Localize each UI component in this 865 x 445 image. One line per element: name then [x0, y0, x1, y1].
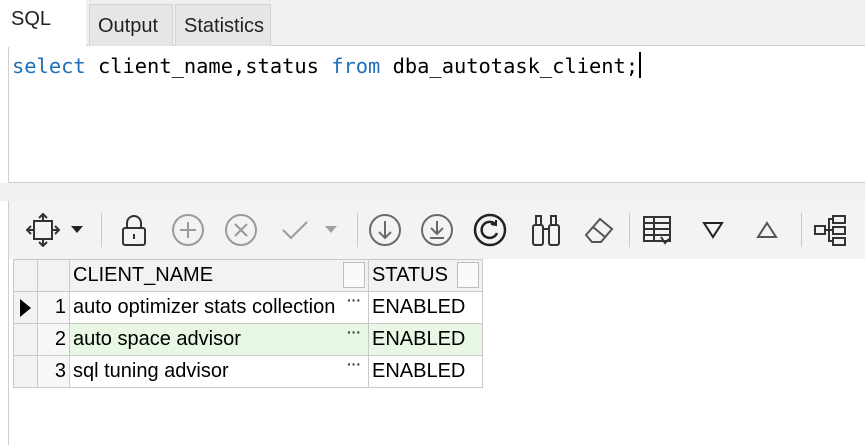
cell-value: auto optimizer stats collection [73, 296, 336, 318]
freeze-icon[interactable] [23, 210, 63, 250]
lock-icon[interactable] [114, 210, 154, 250]
row-indicator-header [13, 259, 38, 292]
tab-sql[interactable]: SQL [0, 0, 86, 47]
cell-value: auto space advisor [73, 328, 241, 350]
row-indicator [13, 291, 38, 324]
sort-descending-icon[interactable] [693, 210, 733, 250]
delete-icon[interactable] [221, 210, 261, 250]
row-number: 1 [37, 291, 70, 324]
results-toolbar [9, 201, 865, 259]
sql-keyword-from: from [331, 54, 381, 78]
client-name-cell[interactable]: auto space advisor ··· [69, 323, 369, 356]
status-cell[interactable]: ENABLED [368, 291, 483, 324]
text-caret [639, 52, 642, 78]
tab-statistics[interactable]: Statistics [175, 4, 271, 46]
column-header-status[interactable]: STATUS [368, 259, 483, 292]
status-cell[interactable]: ENABLED [368, 355, 483, 388]
sql-keyword-select: select [12, 54, 86, 78]
table-row[interactable]: 1 auto optimizer stats collection ··· ENA… [13, 291, 483, 324]
column-header-client-name[interactable]: CLIENT_NAME [69, 259, 369, 292]
column-header-label: STATUS [372, 264, 448, 286]
result-grid: CLIENT_NAME STATUS 1 auto optimizer stat… [13, 259, 483, 388]
sort-ascending-icon[interactable] [747, 210, 787, 250]
cell-ellipsis-button[interactable]: ··· [343, 325, 365, 340]
find-icon[interactable] [526, 210, 566, 250]
table-row[interactable]: 3 sql tuning advisor ··· ENABLED [13, 355, 483, 388]
column-filter-box[interactable] [343, 262, 365, 288]
row-indicator [13, 355, 38, 388]
client-name-cell[interactable]: sql tuning advisor ··· [69, 355, 369, 388]
tab-bar: SQL Output Statistics [0, 0, 865, 47]
add-icon[interactable] [168, 210, 208, 250]
toolbar-separator [629, 213, 630, 247]
toolbar-separator [357, 213, 358, 247]
fetch-all-icon[interactable] [417, 210, 457, 250]
column-filter-box[interactable] [457, 262, 479, 288]
toolbar-separator [101, 213, 102, 247]
sql-table: dba_autotask_client; [380, 54, 639, 78]
current-row-arrow-icon [20, 298, 31, 317]
confirm-dropdown-icon[interactable] [321, 210, 341, 250]
cell-value: sql tuning advisor [73, 360, 229, 382]
client-name-cell[interactable]: auto optimizer stats collection ··· [69, 291, 369, 324]
dropdown-arrow-icon[interactable] [67, 210, 87, 250]
row-number: 2 [37, 323, 70, 356]
refresh-icon[interactable] [470, 210, 510, 250]
fetch-next-icon[interactable] [365, 210, 405, 250]
row-indicator [13, 323, 38, 356]
sql-editor[interactable]: select client_name,status from dba_autot… [8, 46, 865, 183]
clear-icon[interactable] [579, 210, 619, 250]
row-number: 3 [37, 355, 70, 388]
table-row[interactable]: 2 auto space advisor ··· ENABLED [13, 323, 483, 356]
sql-code-line: select client_name,status from dba_autot… [12, 52, 642, 80]
confirm-icon[interactable] [275, 210, 315, 250]
status-cell[interactable]: ENABLED [368, 323, 483, 356]
cell-ellipsis-button[interactable]: ··· [343, 357, 365, 372]
results-panel: CLIENT_NAME STATUS 1 auto optimizer stat… [8, 201, 865, 445]
toolbar-separator [801, 213, 802, 247]
row-number-header [37, 259, 70, 292]
grid-header-row: CLIENT_NAME STATUS [13, 259, 483, 292]
grid-view-icon[interactable] [638, 210, 678, 250]
cell-ellipsis-button[interactable]: ··· [343, 293, 365, 308]
tab-output[interactable]: Output [89, 4, 173, 46]
column-header-label: CLIENT_NAME [73, 264, 214, 286]
sql-columns: client_name,status [85, 54, 332, 78]
panel-splitter[interactable] [0, 183, 865, 201]
tree-icon[interactable] [810, 210, 850, 250]
